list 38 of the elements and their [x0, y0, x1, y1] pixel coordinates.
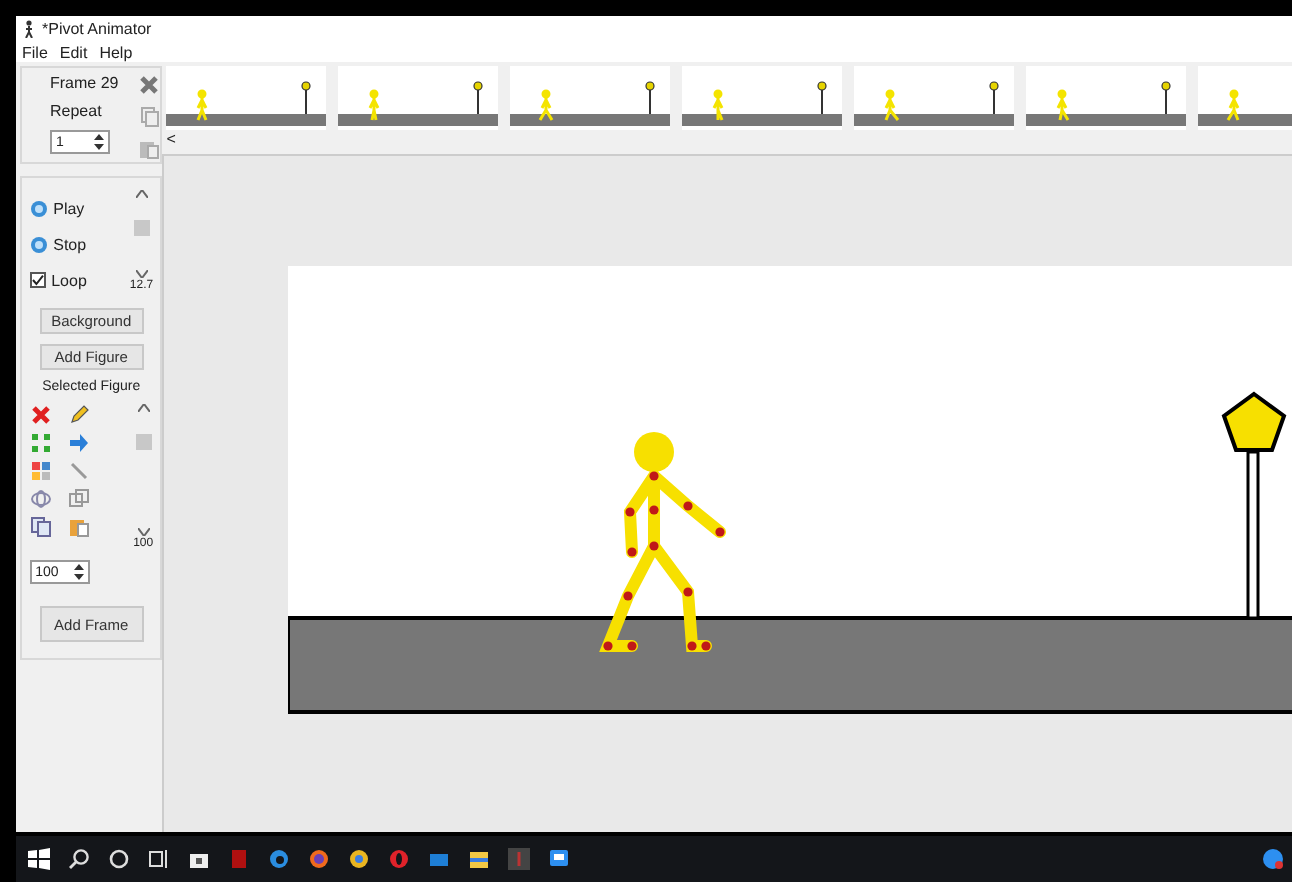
repeat-label: Repeat: [50, 102, 104, 120]
dots-icon[interactable]: [29, 432, 52, 454]
delete-icon[interactable]: [29, 404, 52, 426]
pencil-icon[interactable]: [67, 404, 90, 426]
delete-frame-icon[interactable]: [138, 74, 161, 96]
frame-thumbnail[interactable]: [338, 66, 499, 130]
frame-thumbnail[interactable]: [1026, 66, 1187, 130]
menu-item[interactable]: File: [22, 43, 48, 61]
frame-label: Frame 29: [50, 74, 119, 92]
browser-icon[interactable]: [308, 848, 330, 870]
arrow-icon[interactable]: [67, 432, 90, 454]
folder-icon[interactable]: [468, 848, 490, 870]
browser-icon[interactable]: [348, 848, 370, 870]
frame-thumbnail[interactable]: [682, 66, 843, 130]
play-button[interactable]: Play: [29, 190, 87, 226]
menu-item[interactable]: Edit: [59, 43, 88, 61]
paste-icon[interactable]: [67, 516, 90, 538]
color-swatch-icon[interactable]: [29, 460, 52, 482]
frame-thumbnail[interactable]: [854, 66, 1015, 130]
squares-icon[interactable]: [67, 488, 90, 510]
frame-thumbnail[interactable]: [166, 66, 327, 130]
checkbox-icon[interactable]: [29, 272, 46, 288]
frame-thumbnail[interactable]: [510, 66, 671, 130]
line-icon[interactable]: [67, 460, 90, 482]
browser-icon[interactable]: [268, 848, 290, 870]
app-icon[interactable]: [228, 848, 250, 870]
loop-checkbox[interactable]: Loop: [29, 262, 87, 298]
circle-icon[interactable]: [108, 848, 130, 870]
help-icon[interactable]: [1262, 848, 1284, 870]
window-title: *Pivot Animator: [42, 20, 152, 38]
menu-item[interactable]: Help: [99, 43, 133, 61]
search-icon[interactable]: [68, 848, 90, 870]
stop-button[interactable]: Stop: [29, 226, 87, 262]
scroll-left-arrow[interactable]: <: [162, 130, 1292, 148]
task-view-icon[interactable]: [148, 848, 170, 870]
chat-icon[interactable]: [548, 848, 570, 870]
windows-start-icon[interactable]: [28, 848, 50, 870]
copy-icon[interactable]: [29, 516, 52, 538]
